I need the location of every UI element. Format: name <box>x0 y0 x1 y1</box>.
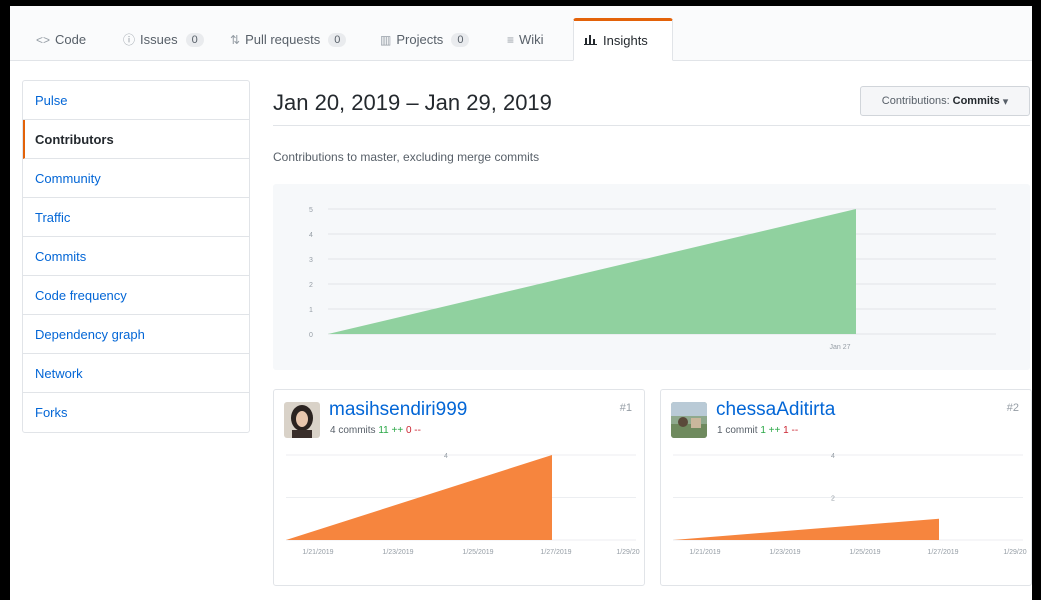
x-tick-label: 1/29/20 <box>616 549 639 556</box>
main-contributions-chart[interactable]: 0 1 2 3 4 5 Jan 27 <box>273 184 1030 370</box>
issues-count: 0 <box>185 32 204 47</box>
contributions-area <box>328 209 856 334</box>
pull-requests-count: 0 <box>328 32 347 47</box>
tab-projects[interactable]: ▥ Projects 0 <box>370 18 479 61</box>
dropdown-value: Commits <box>952 95 1000 107</box>
pull-request-icon: ⇅ <box>230 32 241 47</box>
contributor-card: masihsendiri999 4 commits 11 ++ 0 -- #1 … <box>273 389 645 586</box>
page-title: Jan 20, 2019 – Jan 29, 2019 <box>273 90 552 115</box>
y-tick-label: 5 <box>309 207 313 214</box>
sidebar-item-dependency-graph[interactable]: Dependency graph <box>23 315 249 354</box>
y-tick-label: 2 <box>309 282 313 289</box>
contributor-stats: 1 commit 1 ++ 1 -- <box>717 425 798 436</box>
commit-count-link[interactable]: 1 commit <box>717 425 758 436</box>
code-icon: <> <box>36 32 51 47</box>
x-tick-label: 1/27/2019 <box>927 549 958 556</box>
caret-down-icon: ▾ <box>1002 95 1009 108</box>
sidebar-item-commits[interactable]: Commits <box>23 237 249 276</box>
sidebar-item-traffic[interactable]: Traffic <box>23 198 249 237</box>
issue-icon: ⓘ <box>123 33 136 47</box>
tab-label: Insights <box>603 33 648 48</box>
tab-label: Issues <box>140 32 178 47</box>
x-tick-label: 1/21/2019 <box>302 549 333 556</box>
contributor-rank: #2 <box>1006 402 1019 414</box>
sidebar-item-pulse[interactable]: Pulse <box>23 81 249 120</box>
repo-nav-tabs: <> Code ⓘ Issues 0 ⇅ Pull requests 0 ▥ P… <box>10 6 1032 61</box>
contributor-username-link[interactable]: masihsendiri999 <box>329 399 467 421</box>
tab-insights[interactable]: Insights <box>573 18 673 61</box>
projects-count: 0 <box>451 32 470 47</box>
x-tick-label: 1/27/2019 <box>540 549 571 556</box>
contributor-chart-svg: 4 2 1/21/2019 1/23/2019 1/25/2019 1/27/2019 1/… <box>673 453 1027 556</box>
y-tick-label: 3 <box>309 257 313 264</box>
contributor-chart[interactable]: 4 2 1/21/2019 1/23/2019 1/25/2019 1/27/2019 1/… <box>661 445 1031 565</box>
tab-label: Wiki <box>519 32 544 47</box>
book-icon: ≡ <box>507 32 515 47</box>
y-tick-label: 2 <box>831 496 835 503</box>
sidebar-item-community[interactable]: Community <box>23 159 249 198</box>
avatar[interactable] <box>284 402 320 438</box>
contributor-stats: 4 commits 11 ++ 0 -- <box>330 425 421 436</box>
x-tick-label: 1/29/20 <box>1003 549 1026 556</box>
contributor-username-link[interactable]: chessaAditirta <box>716 399 835 421</box>
y-tick-label: 4 <box>444 453 448 460</box>
tab-label: Projects <box>396 32 444 47</box>
x-tick-label: 1/25/2019 <box>849 549 880 556</box>
x-tick-label: 1/23/2019 <box>382 549 413 556</box>
x-tick-label: 1/25/2019 <box>462 549 493 556</box>
x-tick-label: 1/21/2019 <box>689 549 720 556</box>
deletions-count: 0 -- <box>405 425 421 436</box>
tab-pull-requests[interactable]: ⇅ Pull requests 0 <box>220 18 356 61</box>
sidebar-item-forks[interactable]: Forks <box>23 393 249 432</box>
additions-count: 1 ++ <box>760 425 781 436</box>
graph-icon <box>584 33 598 48</box>
contributions-type-dropdown[interactable]: Contributions: Commits ▾ <box>860 86 1030 116</box>
tab-label: Code <box>55 32 87 47</box>
contributor-rank: #1 <box>619 402 632 414</box>
y-tick-label: 4 <box>309 232 313 239</box>
sidebar-item-code-frequency[interactable]: Code frequency <box>23 276 249 315</box>
main-chart-svg: 0 1 2 3 4 5 Jan 27 <box>309 207 996 351</box>
header-divider <box>273 125 1030 126</box>
commit-count-link[interactable]: 4 commits <box>330 425 376 436</box>
contributor-card: chessaAditirta 1 commit 1 ++ 1 -- #2 4 2 1… <box>660 389 1032 586</box>
avatar[interactable] <box>671 402 707 438</box>
sidebar-item-contributors[interactable]: Contributors <box>23 120 249 159</box>
contributor-chart[interactable]: 4 1/21/2019 1/23/2019 1/25/2019 1/27/2019 1/2… <box>274 445 644 565</box>
x-tick-label: Jan 27 <box>829 344 850 351</box>
y-tick-label: 0 <box>309 332 313 339</box>
insights-sidebar: Pulse Contributors Community Traffic Com… <box>22 80 250 433</box>
commits-area <box>673 518 939 540</box>
tab-issues[interactable]: ⓘ Issues 0 <box>113 18 214 61</box>
project-icon: ▥ <box>380 32 392 47</box>
y-tick-label: 4 <box>831 453 835 460</box>
tab-wiki[interactable]: ≡ Wiki <box>497 18 554 61</box>
chart-subtitle: Contributions to master, excluding merge… <box>273 150 540 164</box>
contributor-chart-svg: 4 1/21/2019 1/23/2019 1/25/2019 1/27/2019 1/2… <box>286 453 640 556</box>
y-tick-label: 1 <box>309 307 313 314</box>
x-tick-label: 1/23/2019 <box>769 549 800 556</box>
tab-code[interactable]: <> Code <box>26 18 96 61</box>
dropdown-prefix: Contributions: <box>881 95 950 107</box>
deletions-count: 1 -- <box>783 425 799 436</box>
sidebar-item-network[interactable]: Network <box>23 354 249 393</box>
additions-count: 11 ++ <box>378 425 404 436</box>
tab-label: Pull requests <box>245 32 321 47</box>
